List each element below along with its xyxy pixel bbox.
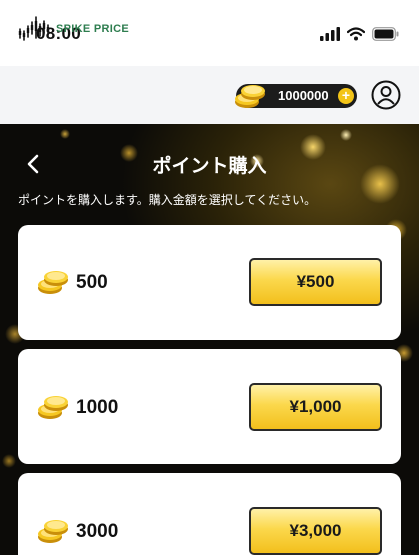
plus-icon[interactable]: + <box>338 88 354 104</box>
buy-button-3000[interactable]: ¥3,000 <box>249 507 382 555</box>
coin-stack-icon <box>38 396 68 419</box>
package-card: 3000 ¥3,000 <box>18 473 401 555</box>
package-card: 1000 ¥1,000 <box>18 349 401 464</box>
coin-stack-icon <box>38 271 68 294</box>
bokeh <box>60 129 70 139</box>
logo-text: SPIKE PRICE <box>56 23 129 35</box>
buy-button-500[interactable]: ¥500 <box>249 258 382 306</box>
wifi-icon <box>347 27 365 41</box>
bokeh <box>2 454 16 468</box>
package-points: 3000 <box>76 521 119 542</box>
page-title: ポイント購入 <box>152 155 267 177</box>
package-points: 1000 <box>76 397 119 418</box>
signal-icon <box>320 27 340 41</box>
buy-button-1000[interactable]: ¥1,000 <box>249 383 382 431</box>
package-card: 500 ¥500 <box>18 225 401 340</box>
battery-icon <box>372 27 399 41</box>
user-avatar-icon[interactable] <box>371 80 401 110</box>
logo[interactable]: SPIKE PRICE <box>18 16 129 42</box>
bokeh <box>340 129 352 141</box>
coin-stack-icon <box>38 520 68 543</box>
spike-chart-icon <box>18 16 50 41</box>
coin-stack-icon <box>235 85 265 108</box>
page-subtitle: ポイントを購入します。購入金額を選択してください。 <box>18 193 317 207</box>
status-icons <box>320 26 399 42</box>
package-points: 500 <box>76 272 108 293</box>
balance-value: 1000000 <box>278 88 329 103</box>
